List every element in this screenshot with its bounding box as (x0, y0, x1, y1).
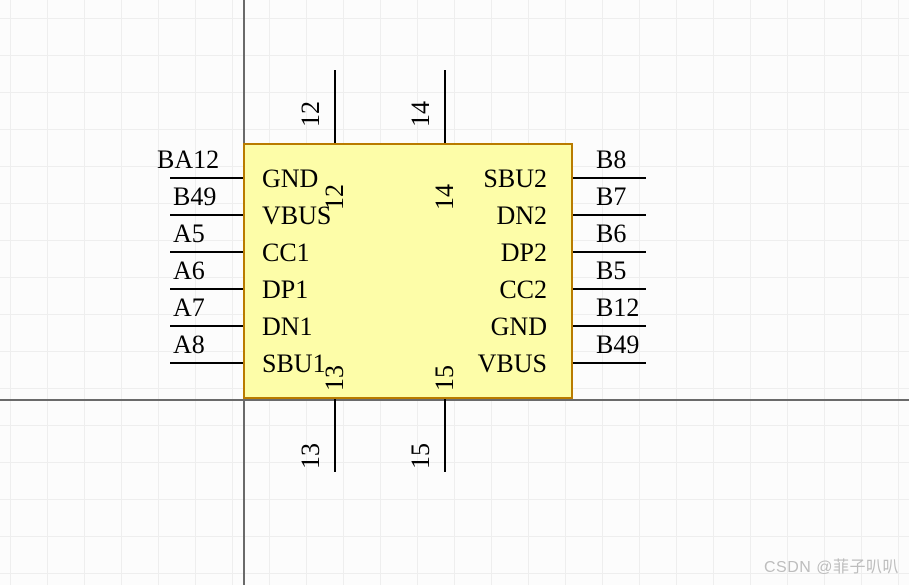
pin-line (444, 70, 446, 143)
pin-function-label: SBU1 (262, 349, 326, 379)
pin-line (573, 288, 646, 290)
pin-designator: B5 (596, 256, 626, 286)
pin-designator: 13 (296, 443, 326, 469)
pin-designator: B6 (596, 219, 626, 249)
pin-function-label: CC1 (262, 238, 310, 268)
pin-line (334, 70, 336, 143)
pin-line (573, 325, 646, 327)
pin-line (170, 288, 243, 290)
pin-line (573, 177, 646, 179)
pin-line (170, 325, 243, 327)
pin-function-label: DP2 (501, 238, 547, 268)
pin-function-label: VBUS (478, 349, 547, 379)
pin-function-label: CC2 (499, 275, 547, 305)
pin-designator: A5 (173, 219, 205, 249)
pin-designator: 12 (296, 101, 326, 127)
pin-designator: B8 (596, 145, 626, 175)
pin-line (573, 214, 646, 216)
pin-line (334, 399, 336, 472)
pin-line (170, 214, 243, 216)
pin-function-label: DP1 (262, 275, 308, 305)
pin-function-label: DN1 (262, 312, 313, 342)
pin-inner-number: 12 (320, 184, 350, 210)
pin-line (170, 177, 243, 179)
pin-inner-number: 13 (320, 365, 350, 391)
pin-function-label: DN2 (496, 201, 547, 231)
pin-line (170, 251, 243, 253)
pin-designator: B12 (596, 293, 639, 323)
origin-axis-horizontal (0, 399, 909, 401)
pin-line (444, 399, 446, 472)
pin-line (573, 362, 646, 364)
pin-designator: 14 (406, 101, 436, 127)
pin-designator: 15 (406, 443, 436, 469)
pin-designator: A7 (173, 293, 205, 323)
pin-designator: B7 (596, 182, 626, 212)
pin-line (170, 362, 243, 364)
pin-designator: A8 (173, 330, 205, 360)
pin-function-label: SBU2 (483, 164, 547, 194)
watermark: CSDN @菲子叭叭 (764, 553, 899, 577)
pin-line (573, 251, 646, 253)
pin-designator: A6 (173, 256, 205, 286)
pin-function-label: GND (262, 164, 318, 194)
pin-designator: B49 (596, 330, 639, 360)
pin-function-label: GND (491, 312, 547, 342)
pin-designator: B49 (173, 182, 216, 212)
pin-inner-number: 14 (430, 184, 460, 210)
pin-designator: BA12 (157, 145, 219, 175)
pin-inner-number: 15 (430, 365, 460, 391)
